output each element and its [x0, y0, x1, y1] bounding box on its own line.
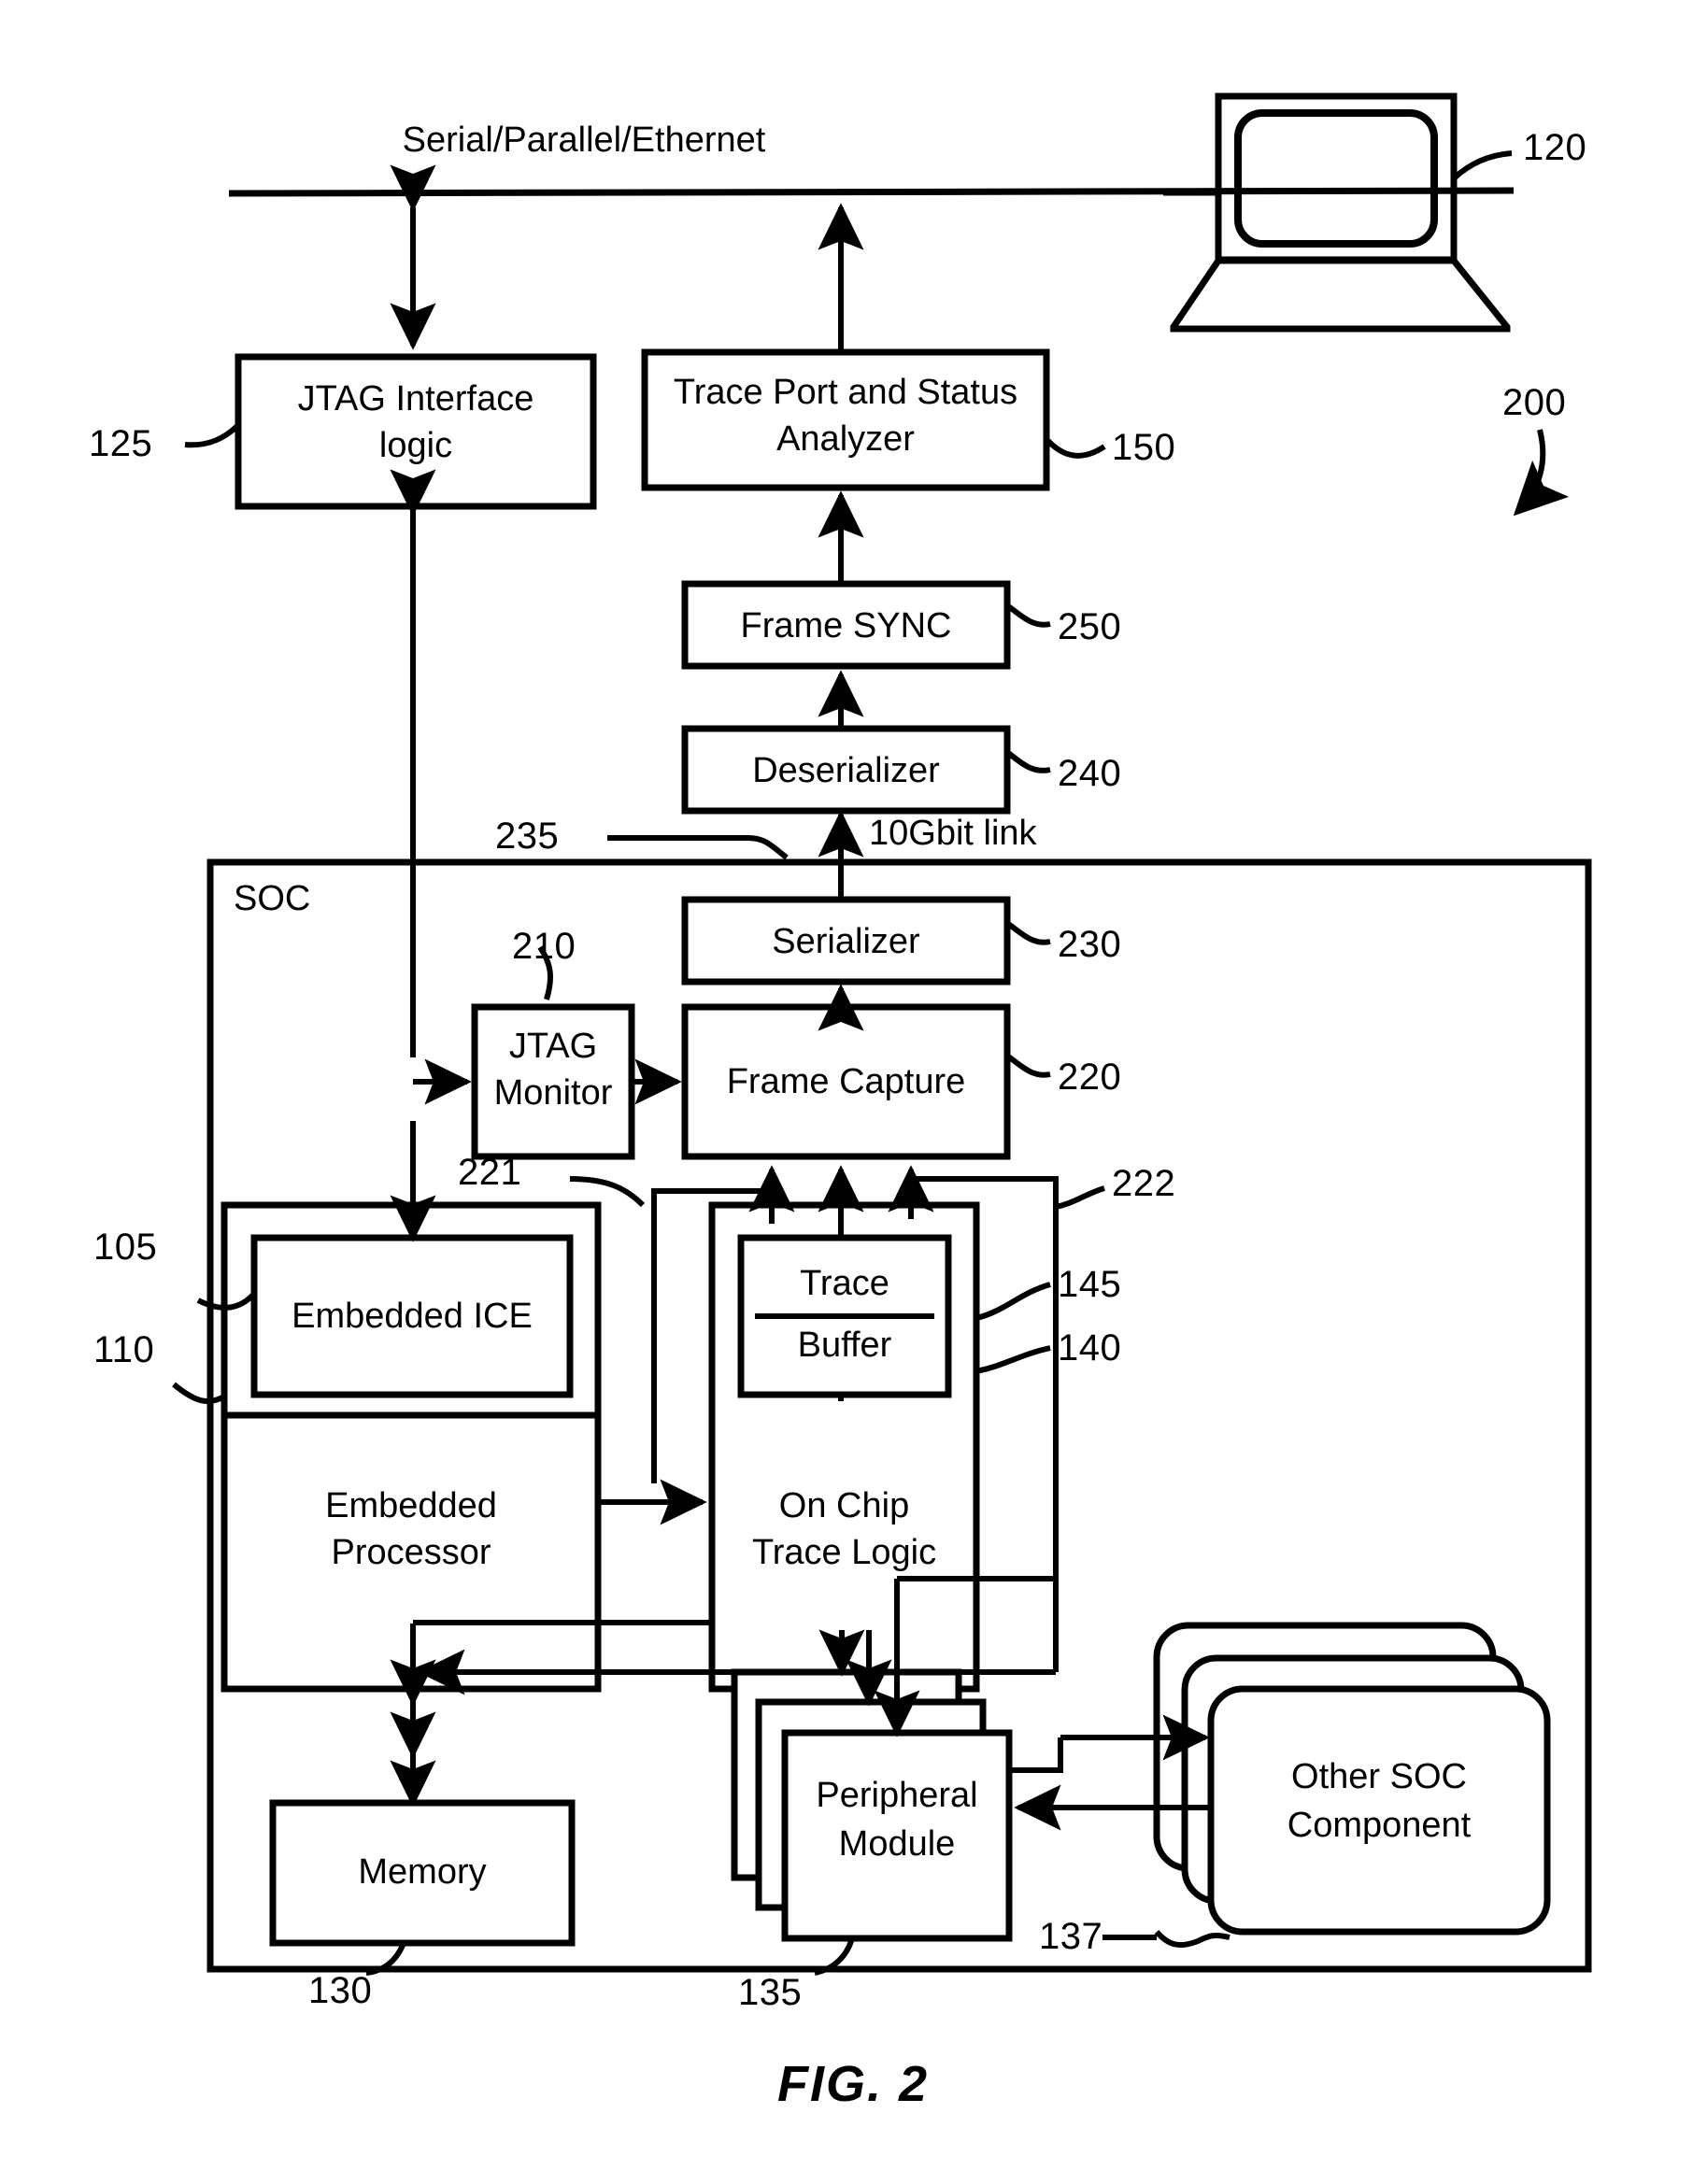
peripheral-module-label-line2: Module [838, 1824, 956, 1864]
peripheral-module-label-line1: Peripheral [816, 1776, 978, 1815]
ref-125: 125 [89, 423, 153, 464]
system-ref-200-arrow [1513, 429, 1570, 517]
on-chip-trace-logic-label-line2: Trace Logic [751, 1533, 937, 1572]
memory-label: Memory [358, 1852, 487, 1892]
embedded-processor-label-line1: Embedded [325, 1486, 497, 1525]
ref-leader-220 [1005, 1053, 1051, 1078]
ref-leader-230 [1005, 920, 1051, 945]
jtag-monitor-label-line1: JTAG [508, 1027, 598, 1066]
ref-130: 130 [308, 1970, 373, 2011]
jtag-interface-logic-label-line2: logic [378, 426, 453, 465]
ref-150: 150 [1112, 427, 1176, 468]
ref-leader-221 [569, 1176, 646, 1208]
ref-leader-222 [1055, 1185, 1105, 1210]
trace-port-label-line2: Analyzer [776, 419, 915, 459]
ref-leader-140 [975, 1345, 1051, 1374]
other-soc-component-label-line1: Other SOC [1291, 1757, 1467, 1796]
ref-240: 240 [1058, 753, 1122, 794]
ref-200: 200 [1502, 382, 1567, 423]
ref-110: 110 [93, 1329, 155, 1370]
on-chip-trace-logic-label-line1: On Chip [778, 1486, 910, 1525]
ref-221: 221 [458, 1152, 522, 1193]
embedded-processor-label-line2: Processor [331, 1533, 491, 1572]
ref-220: 220 [1058, 1057, 1122, 1098]
ref-235: 235 [495, 815, 560, 857]
ref-leader-110 [172, 1382, 226, 1405]
deserializer-label: Deserializer [752, 751, 940, 790]
trace-buffer-label-buffer: Buffer [797, 1326, 892, 1365]
embedded-ice-label: Embedded ICE [292, 1297, 533, 1336]
frame-capture-label: Frame Capture [726, 1062, 966, 1101]
jtag-monitor-label-line2: Monitor [493, 1073, 613, 1113]
ref-250: 250 [1058, 606, 1122, 647]
trace-buffer-label-trace: Trace [800, 1264, 889, 1303]
ref-135: 135 [738, 1972, 803, 2013]
ref-leader-145 [975, 1282, 1051, 1321]
ref-105: 105 [93, 1227, 158, 1268]
ref-140: 140 [1058, 1327, 1122, 1369]
trace-buffer-box [737, 1234, 952, 1398]
frame-sync-label: Frame SYNC [740, 606, 952, 645]
ref-120: 120 [1523, 127, 1587, 168]
ref-leader-250 [1005, 603, 1051, 628]
tengbit-link-label: 10Gbit link [869, 814, 1037, 853]
ref-leader-125 [184, 422, 241, 448]
soc-label: SOC [234, 879, 311, 918]
ref-230: 230 [1058, 924, 1122, 965]
trace-port-label-line1: Trace Port and Status [673, 373, 1018, 412]
ref-leader-150 [1044, 436, 1106, 459]
jtag-interface-logic-label-line1: JTAG Interface [297, 379, 534, 418]
ref-210: 210 [512, 926, 576, 967]
patent-figure-page: Serial/Parallel/Ethernet 120 125 JTAG In… [0, 0, 1707, 2184]
figure-caption: FIG. 2 [776, 2056, 930, 2112]
ref-137: 137 [1039, 1916, 1103, 1957]
ref-leader-240 [1005, 749, 1051, 773]
ref-222: 222 [1112, 1163, 1176, 1204]
ref-145: 145 [1058, 1264, 1122, 1305]
serial-parallel-ethernet-bus [228, 187, 1515, 197]
serializer-label: Serializer [772, 922, 920, 961]
other-soc-component-label-line2: Component [1287, 1806, 1472, 1845]
bus-label: Serial/Parallel/Ethernet [402, 121, 766, 160]
ref-leader-120 [1451, 150, 1513, 181]
ref-leader-235 [607, 835, 789, 860]
laptop-computer-icon [1163, 92, 1511, 333]
